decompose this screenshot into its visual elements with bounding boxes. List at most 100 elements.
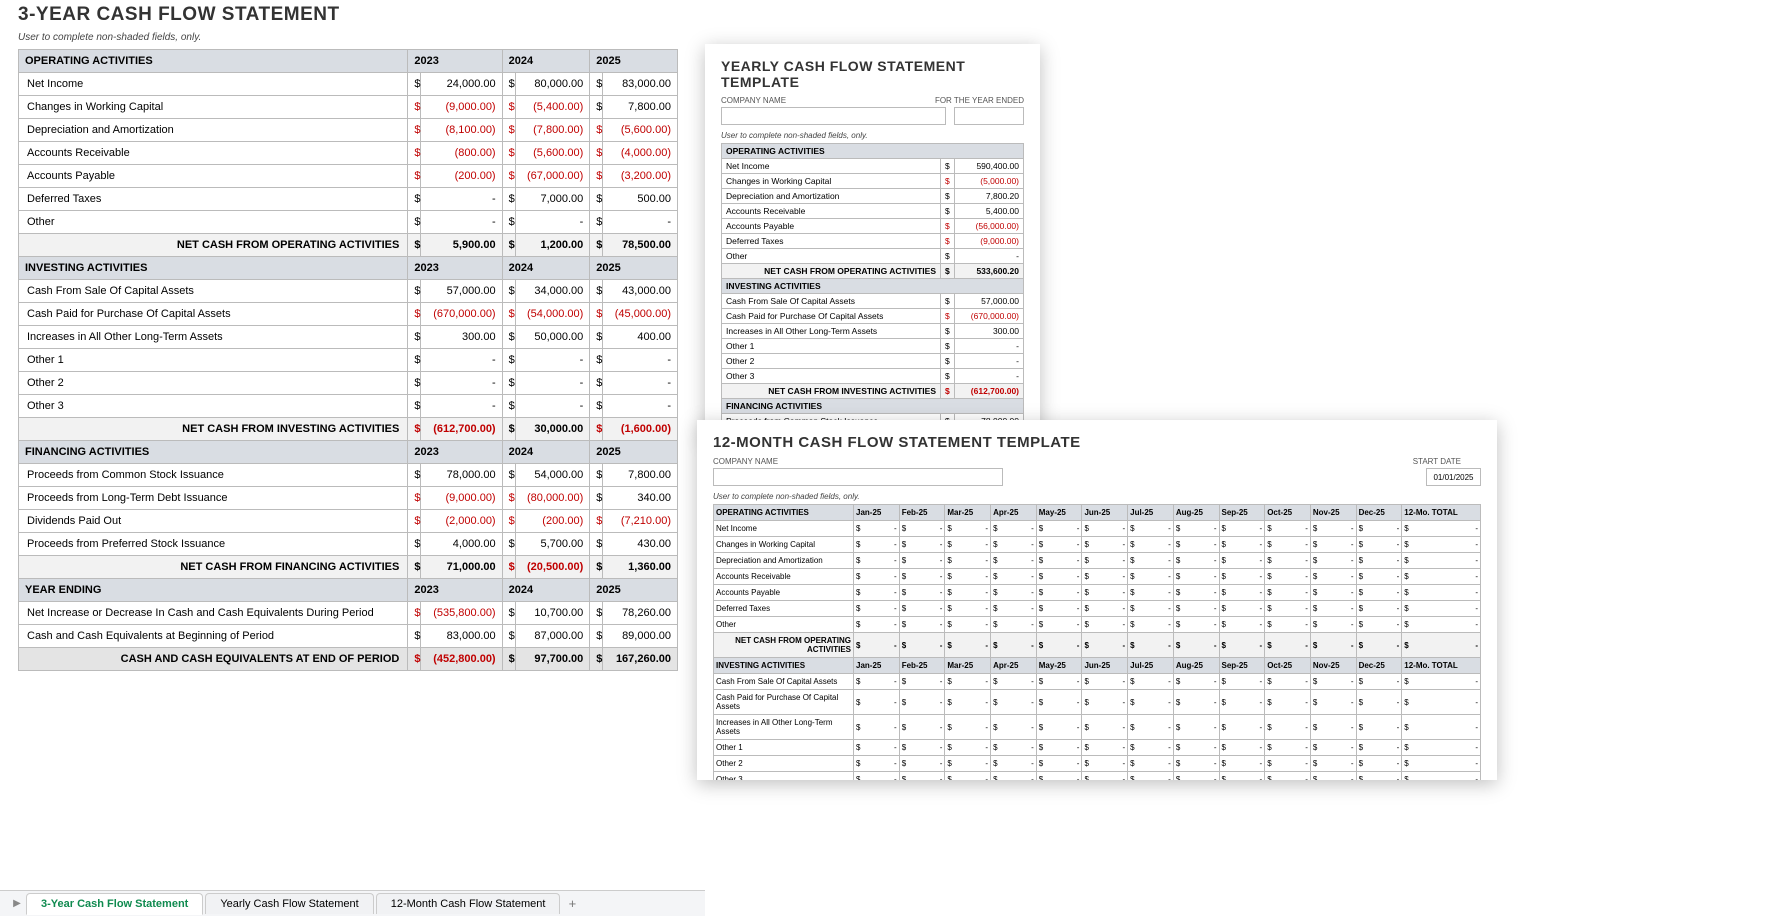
cell-value[interactable]: $-: [1082, 772, 1128, 781]
cell-value[interactable]: $-: [1356, 674, 1402, 690]
cell-value[interactable]: 167,260.00: [603, 648, 678, 671]
cell-value[interactable]: $-: [1402, 772, 1481, 781]
cell-value[interactable]: $-: [1173, 674, 1219, 690]
cell-value[interactable]: $-: [1356, 617, 1402, 633]
cell-value[interactable]: 10,700.00: [515, 602, 590, 625]
cell-value[interactable]: $-: [1310, 617, 1356, 633]
cell-value[interactable]: 1,200.00: [515, 234, 590, 257]
cell-value[interactable]: 1,360.00: [603, 556, 678, 579]
cell-value[interactable]: $-: [991, 537, 1037, 553]
cell-value[interactable]: $-: [899, 569, 945, 585]
cell-value[interactable]: -: [954, 339, 1023, 354]
cell-value[interactable]: -: [515, 211, 590, 234]
cell-value[interactable]: $-: [1310, 740, 1356, 756]
cell-value[interactable]: $-: [1402, 690, 1481, 715]
cell-value[interactable]: $-: [1128, 537, 1174, 553]
cell-value[interactable]: $-: [1310, 569, 1356, 585]
cell-value[interactable]: $-: [1402, 740, 1481, 756]
cell-value[interactable]: $-: [1173, 585, 1219, 601]
cell-value[interactable]: $-: [899, 756, 945, 772]
cell-value[interactable]: $-: [1265, 674, 1311, 690]
cell-value[interactable]: $-: [1310, 601, 1356, 617]
cell-value[interactable]: $-: [1265, 756, 1311, 772]
cell-value[interactable]: $-: [1082, 553, 1128, 569]
cell-value[interactable]: $-: [1036, 553, 1082, 569]
cell-value[interactable]: $-: [945, 617, 991, 633]
cell-value[interactable]: $-: [1219, 553, 1265, 569]
cell-value[interactable]: $-: [991, 690, 1037, 715]
cell-value[interactable]: $-: [1310, 521, 1356, 537]
cell-value[interactable]: $-: [1265, 690, 1311, 715]
cell-value[interactable]: 300.00: [954, 324, 1023, 339]
cell-value[interactable]: (80,000.00): [515, 487, 590, 510]
cell-value[interactable]: $-: [945, 585, 991, 601]
cell-value[interactable]: $-: [1173, 690, 1219, 715]
cell-value[interactable]: 97,700.00: [515, 648, 590, 671]
cell-value[interactable]: 7,800.00: [603, 464, 678, 487]
cell-value[interactable]: $-: [1402, 756, 1481, 772]
tab-3year[interactable]: 3-Year Cash Flow Statement: [26, 893, 203, 915]
cell-value[interactable]: 590,400.00: [954, 159, 1023, 174]
cell-value[interactable]: $-: [1082, 690, 1128, 715]
cell-value[interactable]: -: [603, 395, 678, 418]
cell-value[interactable]: $-: [854, 715, 900, 740]
cell-value[interactable]: $-: [899, 617, 945, 633]
cell-value[interactable]: $-: [1402, 537, 1481, 553]
cell-value[interactable]: $-: [854, 740, 900, 756]
cell-value[interactable]: $-: [1082, 633, 1128, 658]
cell-value[interactable]: $-: [1402, 674, 1481, 690]
cell-value[interactable]: $-: [1173, 740, 1219, 756]
cell-value[interactable]: $-: [991, 715, 1037, 740]
cell-value[interactable]: $-: [1036, 617, 1082, 633]
cell-value[interactable]: $-: [945, 772, 991, 781]
cell-value[interactable]: 340.00: [603, 487, 678, 510]
cell-value[interactable]: $-: [1173, 601, 1219, 617]
cell-value[interactable]: (1,600.00): [603, 418, 678, 441]
cell-value[interactable]: (5,600.00): [603, 119, 678, 142]
cell-value[interactable]: $-: [1128, 569, 1174, 585]
cell-value[interactable]: 500.00: [603, 188, 678, 211]
cell-value[interactable]: 83,000.00: [603, 73, 678, 96]
cell-value[interactable]: $-: [1128, 601, 1174, 617]
cell-value[interactable]: $-: [991, 521, 1037, 537]
cell-value[interactable]: $-: [1036, 740, 1082, 756]
cell-value[interactable]: $-: [1128, 617, 1174, 633]
cell-value[interactable]: 7,800.20: [954, 189, 1023, 204]
cell-value[interactable]: $-: [1128, 772, 1174, 781]
cell-value[interactable]: 80,000.00: [515, 73, 590, 96]
cell-value[interactable]: $-: [1173, 569, 1219, 585]
cell-value[interactable]: $-: [991, 740, 1037, 756]
cell-value[interactable]: 43,000.00: [603, 280, 678, 303]
cell-value[interactable]: (7,800.00): [515, 119, 590, 142]
cell-value[interactable]: $-: [1310, 633, 1356, 658]
cell-value[interactable]: $-: [1402, 585, 1481, 601]
cell-value[interactable]: $-: [1265, 569, 1311, 585]
cell-value[interactable]: -: [515, 372, 590, 395]
cell-value[interactable]: $-: [1402, 553, 1481, 569]
cell-value[interactable]: $-: [1036, 715, 1082, 740]
cell-value[interactable]: $-: [899, 740, 945, 756]
cell-value[interactable]: $-: [1356, 553, 1402, 569]
cell-value[interactable]: $-: [1356, 715, 1402, 740]
cell-value[interactable]: $-: [1310, 715, 1356, 740]
tab-monthly[interactable]: 12-Month Cash Flow Statement: [376, 893, 561, 914]
cell-value[interactable]: (535,800.00): [421, 602, 502, 625]
cell-value[interactable]: $-: [1128, 690, 1174, 715]
cell-value[interactable]: $-: [854, 521, 900, 537]
cell-value[interactable]: 300.00: [421, 326, 502, 349]
cell-value[interactable]: $-: [1265, 585, 1311, 601]
cell-value[interactable]: -: [421, 349, 502, 372]
cell-value[interactable]: $-: [1082, 674, 1128, 690]
cell-value[interactable]: $-: [945, 601, 991, 617]
cell-value[interactable]: $-: [899, 553, 945, 569]
cell-value[interactable]: $-: [899, 537, 945, 553]
cell-value[interactable]: $-: [854, 617, 900, 633]
cell-value[interactable]: $-: [1356, 690, 1402, 715]
cell-value[interactable]: $-: [945, 740, 991, 756]
cell-value[interactable]: $-: [1402, 521, 1481, 537]
cell-value[interactable]: -: [421, 211, 502, 234]
year-input[interactable]: [954, 107, 1024, 125]
cell-value[interactable]: -: [954, 249, 1023, 264]
cell-value[interactable]: 533,600.20: [954, 264, 1023, 279]
cell-value[interactable]: $-: [1265, 633, 1311, 658]
